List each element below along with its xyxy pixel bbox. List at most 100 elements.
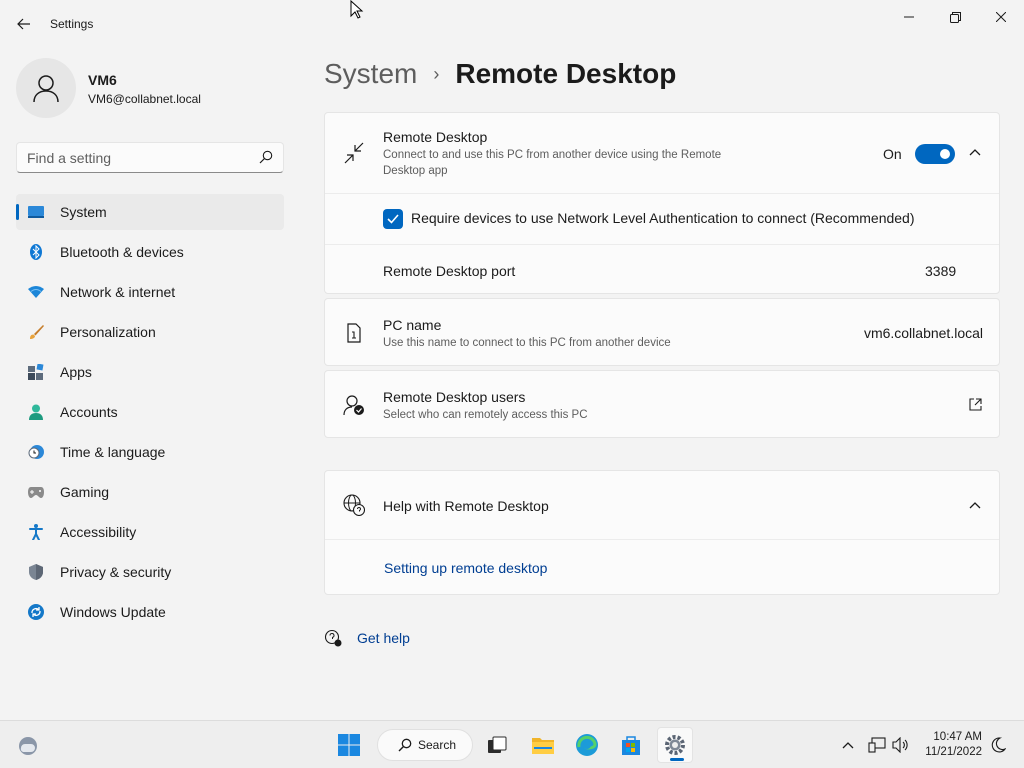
back-arrow-icon — [17, 18, 30, 30]
remote-desktop-users-card[interactable]: Remote Desktop users Select who can remo… — [324, 370, 1000, 438]
sidebar-item-label: System — [60, 204, 107, 220]
sidebar-item-gaming[interactable]: Gaming — [16, 474, 284, 510]
remote-desktop-card: Remote Desktop Connect to and use this P… — [324, 112, 1000, 294]
sidebar-item-bluetooth[interactable]: Bluetooth & devices — [16, 234, 284, 270]
sidebar-item-label: Apps — [60, 364, 92, 380]
nla-label: Require devices to use Network Level Aut… — [411, 210, 915, 226]
file-explorer-button[interactable] — [525, 727, 561, 763]
taskbar-clock[interactable]: 10:47 AM 11/21/2022 — [918, 730, 982, 760]
minimize-button[interactable] — [886, 4, 932, 30]
profile-name: VM6 — [88, 72, 117, 88]
taskbar-search-label: Search — [418, 738, 457, 752]
close-icon — [996, 12, 1006, 22]
sidebar-item-apps[interactable]: Apps — [16, 354, 284, 390]
windows-logo-icon — [338, 734, 360, 756]
edge-browser-icon — [576, 734, 598, 756]
gamepad-icon — [28, 484, 44, 500]
gear-icon — [665, 735, 685, 755]
sidebar-item-time-language[interactable]: Time & language — [16, 434, 284, 470]
nla-checkbox[interactable] — [383, 209, 403, 229]
network-tray-button[interactable] — [866, 727, 888, 763]
rd-users-description: Select who can remotely access this PC — [383, 409, 588, 421]
restore-icon — [949, 11, 961, 23]
remote-desktop-row: Remote Desktop Connect to and use this P… — [325, 113, 999, 193]
pc-name-title: PC name — [383, 317, 442, 333]
show-hidden-icons-button[interactable] — [836, 727, 860, 763]
sidebar-nav: System Bluetooth & devices Network & int… — [16, 194, 284, 634]
sidebar-item-label: Gaming — [60, 484, 110, 500]
focus-assist-button[interactable] — [986, 727, 1010, 763]
chevron-up-icon[interactable] — [969, 148, 981, 156]
sidebar-item-label: Network & internet — [60, 284, 176, 300]
sidebar-item-label: Personalization — [60, 324, 156, 340]
taskbar-search[interactable]: Search — [377, 729, 473, 761]
port-row: Remote Desktop port 3389 — [325, 244, 999, 295]
network-wired-icon — [868, 737, 886, 753]
moon-icon — [991, 737, 1006, 753]
profile-email: VM6@collabnet.local — [88, 92, 201, 106]
folder-icon — [532, 738, 554, 754]
avatar — [16, 58, 76, 118]
sidebar-item-label: Windows Update — [60, 604, 166, 620]
search-input[interactable] — [17, 143, 247, 172]
wifi-icon — [28, 284, 44, 300]
app-title: Settings — [50, 17, 94, 31]
brush-icon — [28, 324, 44, 340]
widgets-button[interactable] — [10, 727, 46, 763]
sidebar-item-network[interactable]: Network & internet — [16, 274, 284, 310]
remote-desktop-toggle[interactable] — [915, 144, 955, 164]
remote-desktop-description: Connect to and use this PC from another … — [383, 149, 722, 177]
update-icon — [28, 604, 44, 620]
sidebar-item-accounts[interactable]: Accounts — [16, 394, 284, 430]
sidebar-item-system[interactable]: System — [16, 194, 284, 230]
port-value: 3389 — [925, 263, 957, 279]
sidebar-item-windows-update[interactable]: Windows Update — [16, 594, 284, 630]
sidebar-item-label: Bluetooth & devices — [60, 244, 184, 260]
apps-icon — [28, 364, 44, 380]
sidebar-item-personalization[interactable]: Personalization — [16, 314, 284, 350]
sidebar-item-label: Privacy & security — [60, 564, 172, 580]
restore-button[interactable] — [932, 4, 978, 30]
taskbar: Search 10:47 AM 11/21/2022 — [0, 720, 1024, 768]
back-button[interactable] — [10, 10, 38, 38]
task-view-button[interactable] — [479, 727, 515, 763]
breadcrumb: System › Remote Desktop — [324, 58, 676, 90]
store-button[interactable] — [613, 727, 649, 763]
close-button[interactable] — [978, 4, 1024, 30]
sidebar-item-privacy-security[interactable]: Privacy & security — [16, 554, 284, 590]
help-title: Help with Remote Desktop — [383, 498, 549, 514]
help-link-row: Setting up remote desktop — [325, 539, 999, 595]
users-check-icon — [343, 394, 365, 416]
chevron-up-icon — [842, 742, 854, 749]
shield-icon — [28, 564, 44, 580]
user-profile[interactable]: VM6 VM6@collabnet.local — [16, 58, 286, 118]
volume-tray-button[interactable] — [889, 727, 913, 763]
sidebar-item-accessibility[interactable]: Accessibility — [16, 514, 284, 550]
chevron-up-icon[interactable] — [969, 501, 981, 509]
breadcrumb-parent[interactable]: System — [324, 58, 417, 90]
get-help-link[interactable]: Get help — [357, 630, 410, 646]
pc-name-description: Use this name to connect to this PC from… — [383, 337, 671, 349]
sidebar-item-label: Accounts — [60, 404, 118, 420]
help-chat-icon — [324, 629, 342, 647]
settings-app-button[interactable] — [657, 727, 693, 763]
weather-icon — [19, 737, 37, 755]
system-icon — [28, 204, 44, 220]
search-icon[interactable] — [259, 150, 273, 164]
port-label: Remote Desktop port — [383, 263, 516, 279]
edge-button[interactable] — [569, 727, 605, 763]
mouse-cursor-icon — [350, 0, 364, 19]
setup-remote-desktop-link[interactable]: Setting up remote desktop — [384, 560, 547, 576]
open-external-icon[interactable] — [969, 398, 982, 411]
clock-date: 11/21/2022 — [925, 746, 982, 758]
rd-users-title: Remote Desktop users — [383, 389, 526, 405]
help-card: Help with Remote Desktop Setting up remo… — [324, 470, 1000, 595]
start-button[interactable] — [331, 727, 367, 763]
title-bar: Settings — [0, 0, 1024, 48]
task-view-icon — [488, 736, 507, 753]
help-header-row[interactable]: Help with Remote Desktop — [325, 471, 999, 539]
store-icon — [622, 736, 640, 755]
pc-name-value[interactable]: vm6.collabnet.local — [864, 325, 983, 341]
settings-search[interactable] — [16, 142, 284, 173]
sidebar-item-label: Time & language — [60, 444, 166, 460]
